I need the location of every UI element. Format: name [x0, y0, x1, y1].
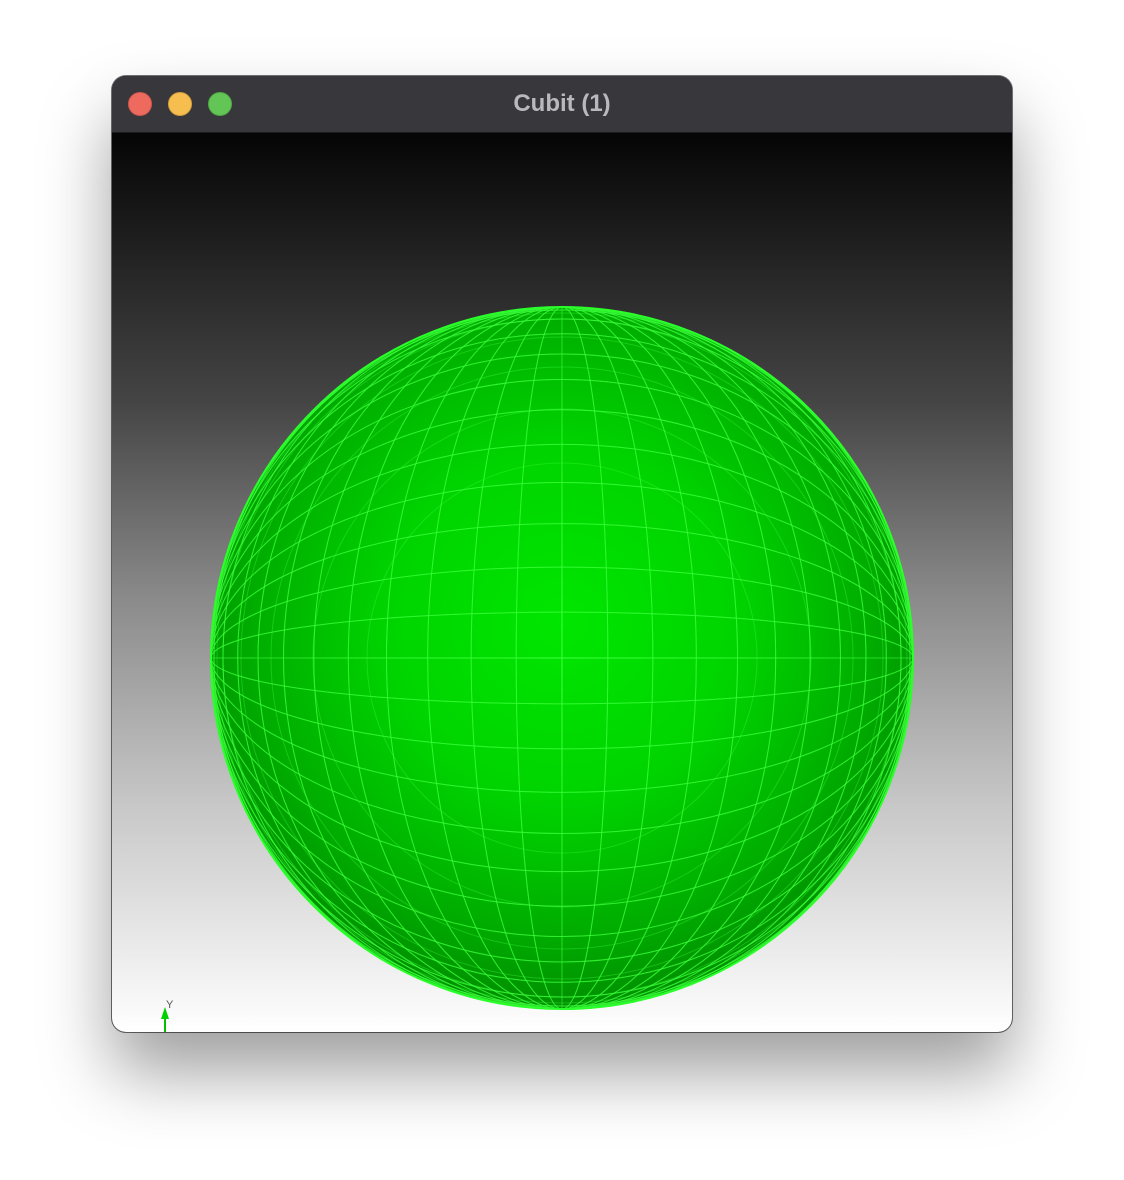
title-bar[interactable]: Cubit (1) [112, 76, 1012, 133]
graphics-viewport[interactable]: Y X Z [112, 133, 1012, 1032]
window-title: Cubit (1) [513, 90, 611, 117]
sphere-mesh-canvas[interactable]: Y X Z [112, 133, 1012, 1032]
axis-triad: Y X Z [161, 999, 174, 1032]
cubit-window: Cubit (1) Y [112, 76, 1012, 1032]
mesh-latitude [211, 657, 913, 659]
y-axis-label: Y [166, 999, 174, 1011]
